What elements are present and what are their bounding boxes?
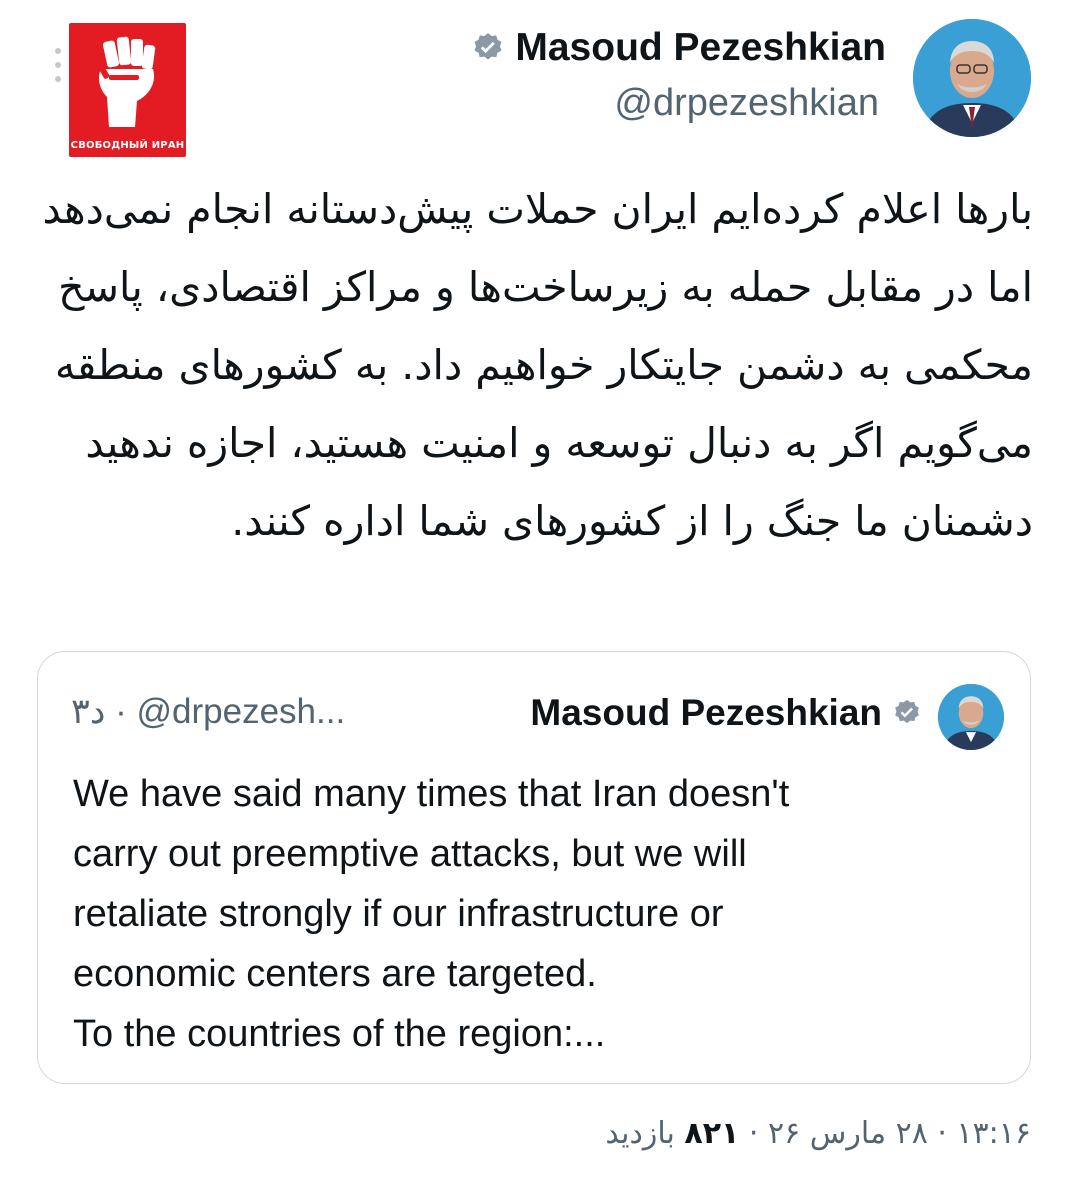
verified-badge-icon <box>895 699 919 724</box>
author-name[interactable]: Masoud Pezeshkian <box>515 26 886 70</box>
avatar-photo <box>913 19 1031 137</box>
tweet-body: بارها اعلام کرده‌ایم ایران حملات پیش‌دست… <box>42 185 1033 545</box>
quoted-line: retaliate strongly if our infrastructure… <box>73 893 724 935</box>
views-label: بازدید <box>605 1116 675 1151</box>
author-header: Masoud Pezeshkian <box>471 26 886 70</box>
raised-fist-icon <box>98 36 156 127</box>
verified-badge-icon <box>474 33 502 60</box>
quoted-line: We have said many times that Iran doesn'… <box>73 773 790 815</box>
quoted-handle-time[interactable]: ۳د · @drpezesh... <box>71 692 345 732</box>
tweet-footer: ۱۳:۱۶ · ۲۸ مارس ۲۶ · ۸۲۱ بازدید <box>605 1116 1031 1151</box>
quoted-header: Masoud Pezeshkian <box>530 692 922 734</box>
more-options-icon[interactable] <box>55 48 61 82</box>
timestamp[interactable]: ۱۳:۱۶ · ۲۸ مارس ۲۶ · <box>749 1116 1031 1151</box>
quoted-line: economic centers are targeted. <box>73 953 597 995</box>
quoted-author-name[interactable]: Masoud Pezeshkian <box>530 692 882 734</box>
quoted-avatar-photo <box>938 684 1004 750</box>
views-count: ۸۲۱ <box>684 1116 740 1151</box>
quoted-tweet-body: We have said many times that Iran doesn'… <box>73 764 990 1064</box>
quoted-author-avatar[interactable] <box>938 684 1004 750</box>
logo-caption: СВОБОДНЫЙ ИРАН <box>70 140 185 151</box>
svobodny-iran-logo: СВОБОДНЫЙ ИРАН <box>69 23 186 157</box>
author-avatar[interactable] <box>913 19 1031 137</box>
author-handle[interactable]: @drpezeshkian <box>614 82 879 125</box>
quoted-line: To the countries of the region:... <box>73 1013 606 1055</box>
quoted-tweet-card[interactable]: Masoud Pezeshkian ۳د · @drpezesh... We h… <box>37 651 1031 1084</box>
quoted-line: carry out preemptive attacks, but we wil… <box>73 833 747 875</box>
